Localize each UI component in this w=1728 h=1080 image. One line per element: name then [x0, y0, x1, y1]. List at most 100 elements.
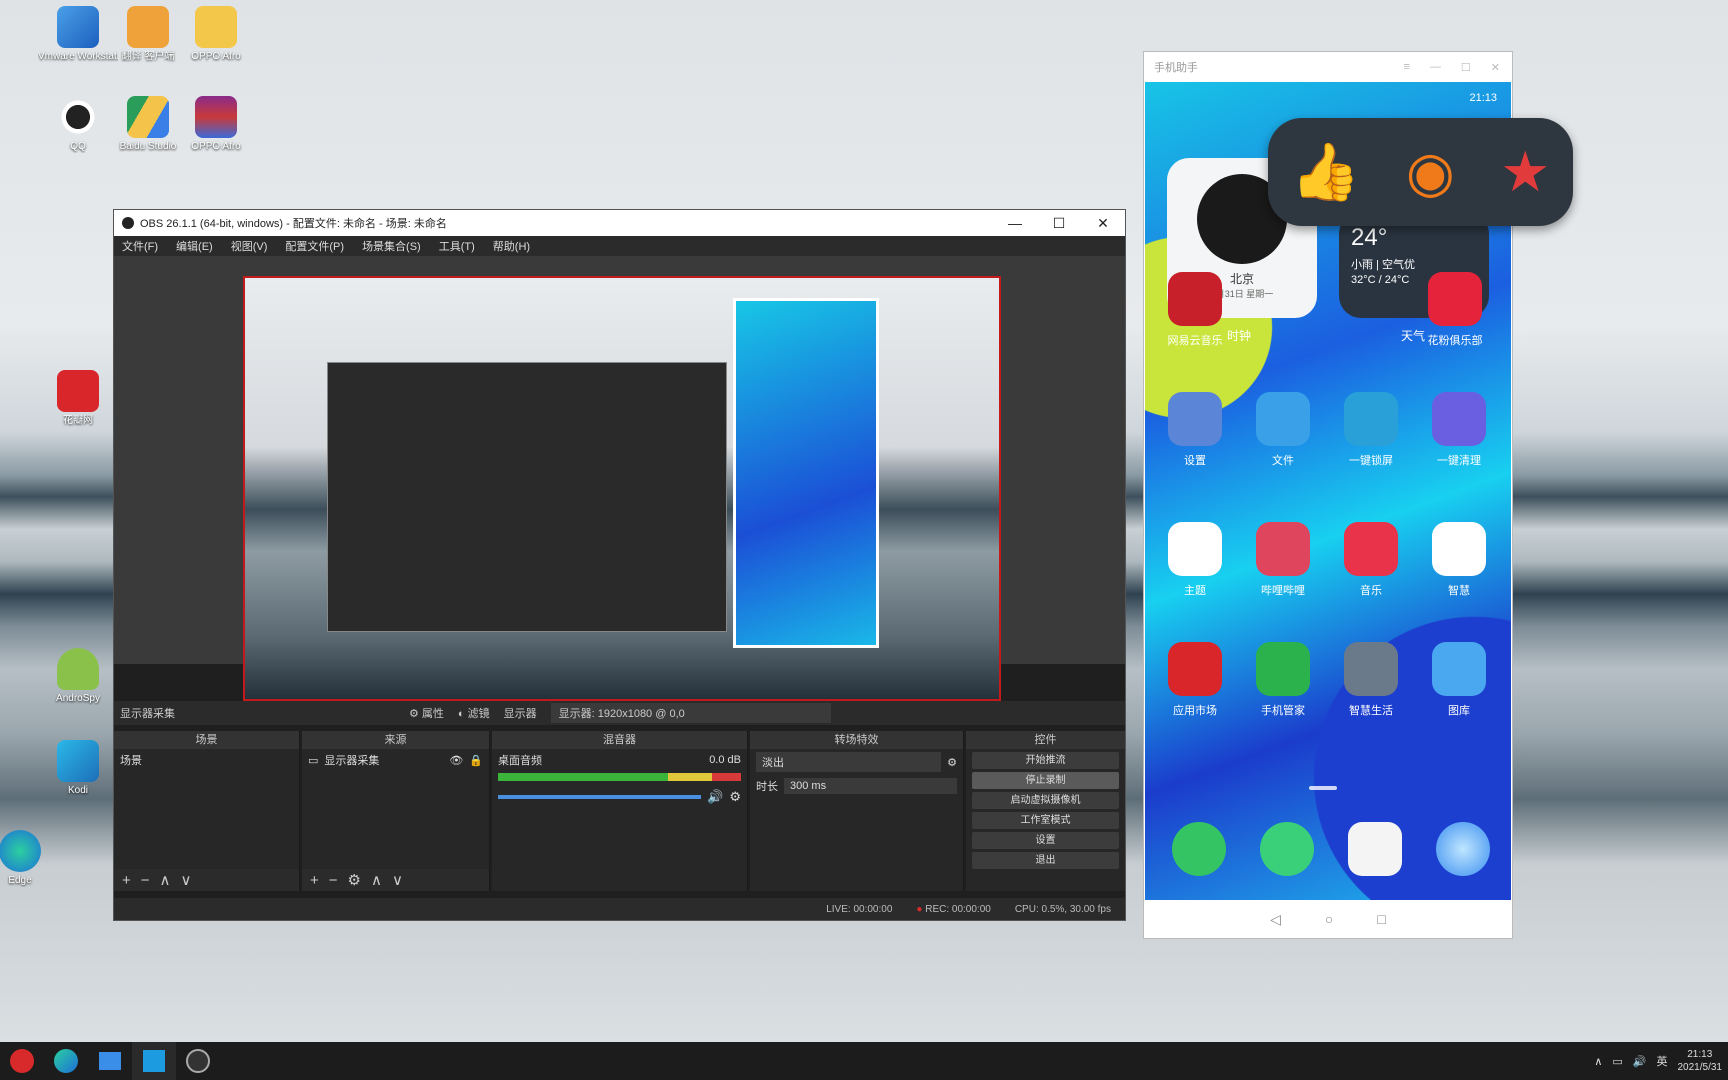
tray-clock[interactable]: 21:13 2021/5/31: [1678, 1048, 1723, 1074]
controls-header: 控件: [966, 731, 1125, 749]
add-icon[interactable]: +: [122, 872, 131, 889]
menu-view[interactable]: 视图(V): [231, 238, 268, 254]
star-icon[interactable]: ★: [1500, 142, 1550, 202]
dock-browser[interactable]: [1423, 822, 1503, 882]
network-icon[interactable]: ▭: [1612, 1055, 1622, 1068]
add-icon[interactable]: +: [310, 872, 319, 889]
minimize-icon[interactable]: —: [993, 215, 1037, 232]
speaker-icon[interactable]: 🔊: [707, 789, 723, 805]
duration-input[interactable]: 300 ms: [784, 778, 957, 794]
menu-icon[interactable]: ≡: [1403, 61, 1409, 74]
menu-scene-collection[interactable]: 场景集合(S): [362, 238, 421, 254]
gear-icon[interactable]: ⚙: [947, 756, 957, 769]
back-icon[interactable]: ◁: [1270, 911, 1281, 928]
app-10[interactable]: 应用市场: [1155, 642, 1235, 718]
desktop-icon-folder[interactable]: OPPO Afro: [176, 6, 256, 63]
menu-tools[interactable]: 工具(T): [439, 238, 475, 254]
start-streaming-button[interactable]: 开始推流: [972, 752, 1119, 769]
remove-icon[interactable]: −: [141, 872, 150, 889]
menu-profile[interactable]: 配置文件(P): [285, 238, 344, 254]
app-12[interactable]: 智慧生活: [1331, 642, 1411, 718]
app-6[interactable]: 主题: [1155, 522, 1235, 598]
app-5[interactable]: 一键清理: [1419, 392, 1499, 468]
gear-icon[interactable]: ⚙: [729, 789, 741, 805]
display-select[interactable]: 显示器: 1920x1080 @ 0,0: [550, 703, 831, 723]
obs-window[interactable]: OBS 26.1.1 (64-bit, windows) - 配置文件: 未命名…: [113, 209, 1126, 921]
app-8[interactable]: 音乐: [1331, 522, 1411, 598]
obs-titlebar[interactable]: OBS 26.1.1 (64-bit, windows) - 配置文件: 未命名…: [114, 210, 1125, 236]
desktop-icon-androspy[interactable]: AndroSpy: [38, 648, 118, 705]
app-3[interactable]: 文件: [1243, 392, 1323, 468]
desktop-icon-edge[interactable]: Edge: [0, 830, 60, 887]
scene-item[interactable]: 场景: [114, 749, 299, 771]
dock-messages[interactable]: [1247, 822, 1327, 882]
desktop-icon-qq[interactable]: QQ: [38, 96, 118, 153]
exit-button[interactable]: 退出: [972, 852, 1119, 869]
gear-icon[interactable]: ⚙: [348, 871, 361, 889]
properties-button[interactable]: ⚙ 属性: [409, 705, 444, 721]
app-7[interactable]: 哔哩哔哩: [1243, 522, 1323, 598]
netease-music-icon[interactable]: [0, 1042, 44, 1080]
eye-icon[interactable]: 👁: [449, 754, 463, 767]
preview-nested-obs: [327, 362, 727, 632]
dock-camera[interactable]: [1335, 822, 1415, 882]
lock-icon[interactable]: 🔒: [469, 754, 483, 767]
huawei-icon: [57, 370, 99, 412]
app-1[interactable]: 花粉俱乐部: [1415, 272, 1495, 348]
maximize-icon[interactable]: ☐: [1037, 215, 1081, 232]
obs-icon[interactable]: [176, 1042, 220, 1080]
settings-button[interactable]: 设置: [972, 832, 1119, 849]
volume-icon[interactable]: 🔊: [1633, 1055, 1647, 1068]
android-icon: [57, 648, 99, 690]
preview-canvas[interactable]: [243, 276, 1001, 701]
app-label: 一键锁屏: [1349, 455, 1393, 467]
chevron-up-icon[interactable]: ∧: [1594, 1055, 1602, 1068]
transition-select[interactable]: 淡出: [756, 752, 942, 772]
phone-assistant-icon[interactable]: [132, 1042, 176, 1080]
mixer-level: 0.0 dB: [709, 754, 741, 766]
stop-recording-button[interactable]: 停止录制: [972, 772, 1119, 789]
home-icon[interactable]: ○: [1325, 911, 1333, 927]
app-0[interactable]: 网易云音乐: [1155, 272, 1235, 348]
filters-button[interactable]: ◐ 滤镜: [458, 705, 490, 721]
move-up-icon[interactable]: ∧: [371, 871, 382, 889]
app-13[interactable]: 图库: [1419, 642, 1499, 718]
close-icon[interactable]: ✕: [1491, 61, 1500, 74]
desktop-icon-winrar[interactable]: OPPO Afro: [176, 96, 256, 153]
studio-mode-button[interactable]: 工作室模式: [972, 812, 1119, 829]
source-item[interactable]: ▭ 显示器采集 👁 🔒: [302, 749, 489, 771]
move-down-icon[interactable]: ∨: [181, 871, 192, 889]
desktop-icon-huawei[interactable]: 花瓣网: [38, 370, 118, 427]
menu-file[interactable]: 文件(F): [122, 238, 158, 254]
obs-preview[interactable]: [114, 256, 1125, 701]
edge-icon[interactable]: [44, 1042, 88, 1080]
move-up-icon[interactable]: ∧: [160, 871, 171, 889]
file-explorer-icon[interactable]: [88, 1042, 132, 1080]
phone-titlebar[interactable]: 手机助手 ≡ — ☐ ✕: [1144, 52, 1512, 82]
app-9[interactable]: 智慧: [1419, 522, 1499, 598]
recents-icon[interactable]: □: [1377, 911, 1385, 927]
app-4[interactable]: 一键锁屏: [1331, 392, 1411, 468]
obs-statusbar: LIVE: 00:00:00 ● REC: 00:00:00 CPU: 0.5%…: [114, 898, 1125, 920]
scenes-footer: + − ∧ ∨: [114, 869, 299, 891]
coin-icon[interactable]: ◉: [1406, 142, 1455, 202]
app-label: 手机管家: [1261, 705, 1305, 717]
preview-nested-phone: [733, 298, 879, 648]
desktop-icon-kodi[interactable]: Kodi: [38, 740, 118, 797]
app-11[interactable]: 手机管家: [1243, 642, 1323, 718]
move-down-icon[interactable]: ∨: [392, 871, 403, 889]
remove-icon[interactable]: −: [329, 872, 338, 889]
ime-indicator[interactable]: 英: [1657, 1053, 1668, 1069]
close-icon[interactable]: ✕: [1081, 215, 1125, 232]
virtual-camera-button[interactable]: 启动虚拟摄像机: [972, 792, 1119, 809]
thumbs-up-icon[interactable]: 👍: [1291, 142, 1361, 202]
menu-edit[interactable]: 编辑(E): [176, 238, 213, 254]
volume-slider[interactable]: [498, 795, 702, 799]
maximize-icon[interactable]: ☐: [1461, 61, 1471, 74]
desktop-icon-vmware[interactable]: Vmware Workstati...: [38, 6, 118, 63]
app-2[interactable]: 设置: [1155, 392, 1235, 468]
dock-phone[interactable]: [1159, 822, 1239, 882]
app-icon: [1168, 642, 1222, 696]
menu-help[interactable]: 帮助(H): [493, 238, 530, 254]
minimize-icon[interactable]: —: [1430, 61, 1441, 74]
